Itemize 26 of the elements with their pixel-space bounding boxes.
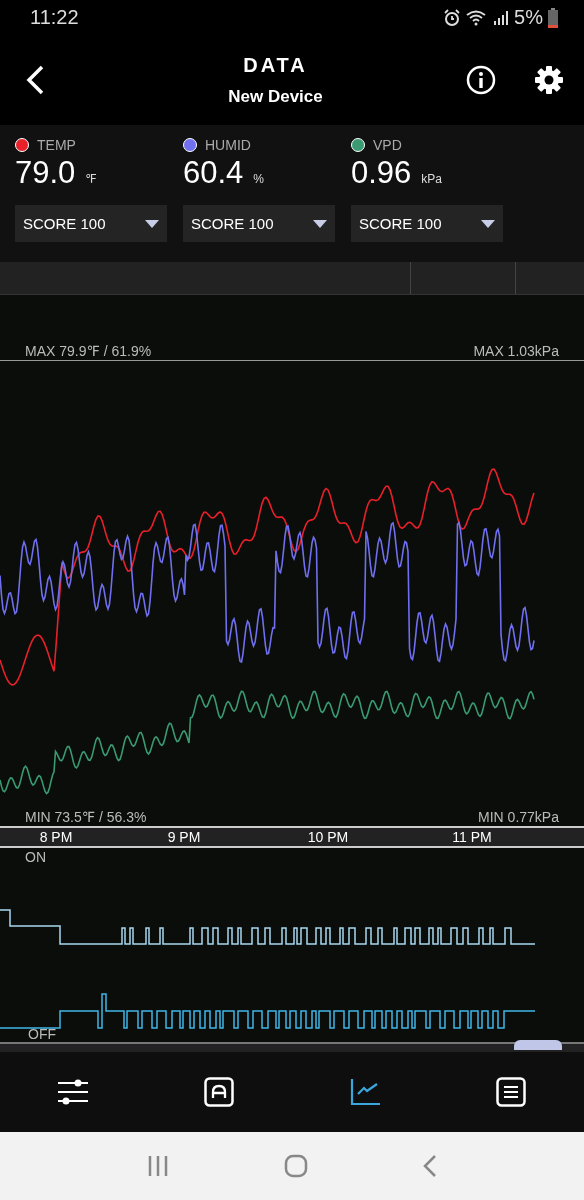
sensor-value: 79.0 bbox=[15, 155, 76, 191]
battery-percent: 5% bbox=[514, 6, 543, 29]
sensor-unit: % bbox=[253, 172, 264, 186]
device-name: New Device bbox=[228, 86, 323, 107]
on-label: ON bbox=[25, 849, 46, 865]
max-left-label: MAX 79.9℉ / 61.9% bbox=[25, 343, 152, 359]
sensor-value: 60.4 bbox=[183, 155, 244, 191]
time-tick: 8 PM bbox=[38, 829, 74, 845]
sensor-name: HUMID bbox=[205, 137, 251, 153]
score-dropdown[interactable]: SCORE 100 bbox=[15, 205, 167, 242]
sensor-name: VPD bbox=[373, 137, 402, 153]
score-dropdown[interactable]: SCORE 100 bbox=[183, 205, 335, 242]
time-tick: 11 PM bbox=[451, 829, 493, 845]
min-right-label: MIN 0.77kPa bbox=[478, 809, 559, 825]
sensor-unit: kPa bbox=[421, 172, 443, 186]
time-tick: 10 PM bbox=[306, 829, 350, 845]
sensor-value: 0.96 bbox=[351, 155, 412, 191]
page-title: DATA bbox=[243, 53, 308, 77]
min-left-label: MIN 73.5℉ / 56.3% bbox=[25, 809, 147, 825]
time-tick: 9 PM bbox=[166, 829, 202, 845]
sensor-name: TEMP bbox=[37, 137, 76, 153]
status-time: 11:22 bbox=[30, 6, 79, 29]
max-right-label: MAX 1.03kPa bbox=[473, 343, 559, 359]
sensor-unit: ℉ bbox=[85, 172, 97, 186]
off-label: OFF bbox=[28, 1026, 56, 1042]
score-dropdown[interactable]: SCORE 100 bbox=[351, 205, 503, 242]
